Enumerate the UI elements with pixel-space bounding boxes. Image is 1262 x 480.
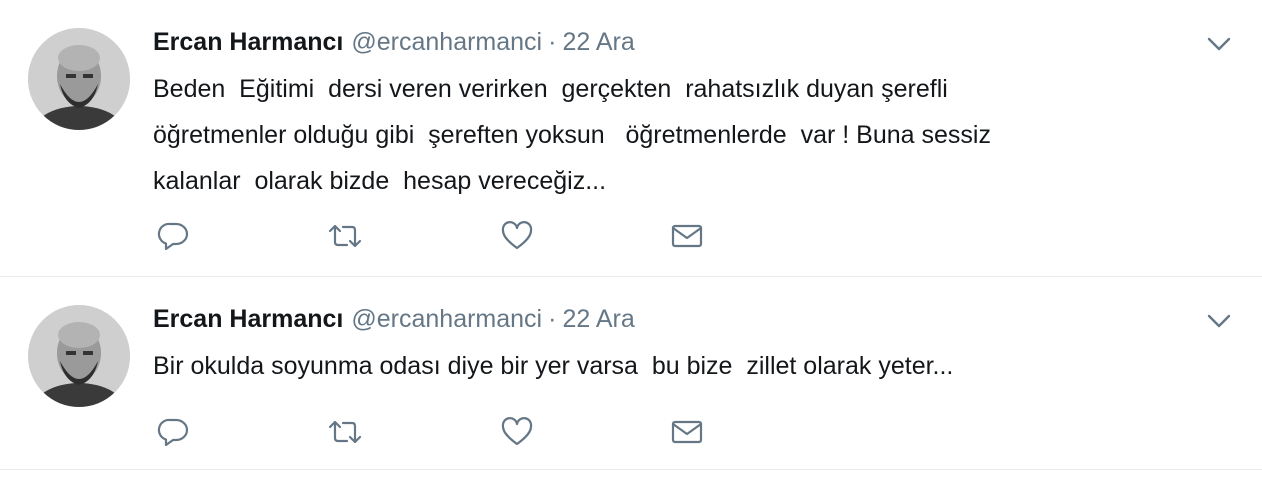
author-handle[interactable]: @ercanharmanci: [351, 305, 542, 333]
direct-message-icon: [670, 418, 704, 451]
chevron-down-icon[interactable]: [1206, 311, 1232, 331]
retweet-icon: [327, 221, 363, 256]
like-icon: [500, 220, 534, 256]
like-icon: [500, 416, 534, 452]
reply-button[interactable]: [153, 414, 193, 454]
tweet[interactable]: Ercan Harmancı @ercanharmanci · 22 Ara Bede…: [0, 0, 1262, 277]
tweet-text: Bir okulda soyunma odası diye bir yer va…: [153, 352, 954, 380]
tweet-header: Ercan Harmancı @ercanharmanci · 22 Ara: [153, 303, 635, 335]
avatar[interactable]: [28, 305, 130, 407]
retweet-button[interactable]: [325, 218, 365, 258]
like-button[interactable]: [497, 414, 537, 454]
tweet-actions: [153, 218, 773, 258]
reply-button[interactable]: [153, 218, 193, 258]
tweet-date[interactable]: 22 Ara: [562, 305, 634, 333]
separator: ·: [548, 28, 557, 56]
author-name[interactable]: Ercan Harmancı: [153, 305, 343, 333]
tweet-header: Ercan Harmancı @ercanharmanci · 22 Ara: [153, 26, 635, 58]
author-handle[interactable]: @ercanharmanci: [351, 28, 542, 56]
author-name[interactable]: Ercan Harmancı: [153, 28, 343, 56]
direct-message-icon: [670, 222, 704, 255]
separator: ·: [548, 305, 557, 333]
reply-icon: [157, 221, 189, 256]
reply-icon: [157, 417, 189, 452]
retweet-icon: [327, 417, 363, 452]
chevron-down-icon[interactable]: [1206, 34, 1232, 54]
like-button[interactable]: [497, 218, 537, 258]
tweet-text: Beden Eğitimi dersi veren verirken gerçe…: [153, 75, 991, 195]
retweet-button[interactable]: [325, 414, 365, 454]
tweet[interactable]: Ercan Harmancı @ercanharmanci · 22 Ara Bir …: [0, 277, 1262, 470]
tweet-feed: Ercan Harmancı @ercanharmanci · 22 Ara Bede…: [0, 0, 1262, 480]
avatar[interactable]: [28, 28, 130, 130]
tweet-date[interactable]: 22 Ara: [562, 28, 634, 56]
tweet-actions: [153, 414, 773, 454]
direct-message-button[interactable]: [667, 414, 707, 454]
direct-message-button[interactable]: [667, 218, 707, 258]
